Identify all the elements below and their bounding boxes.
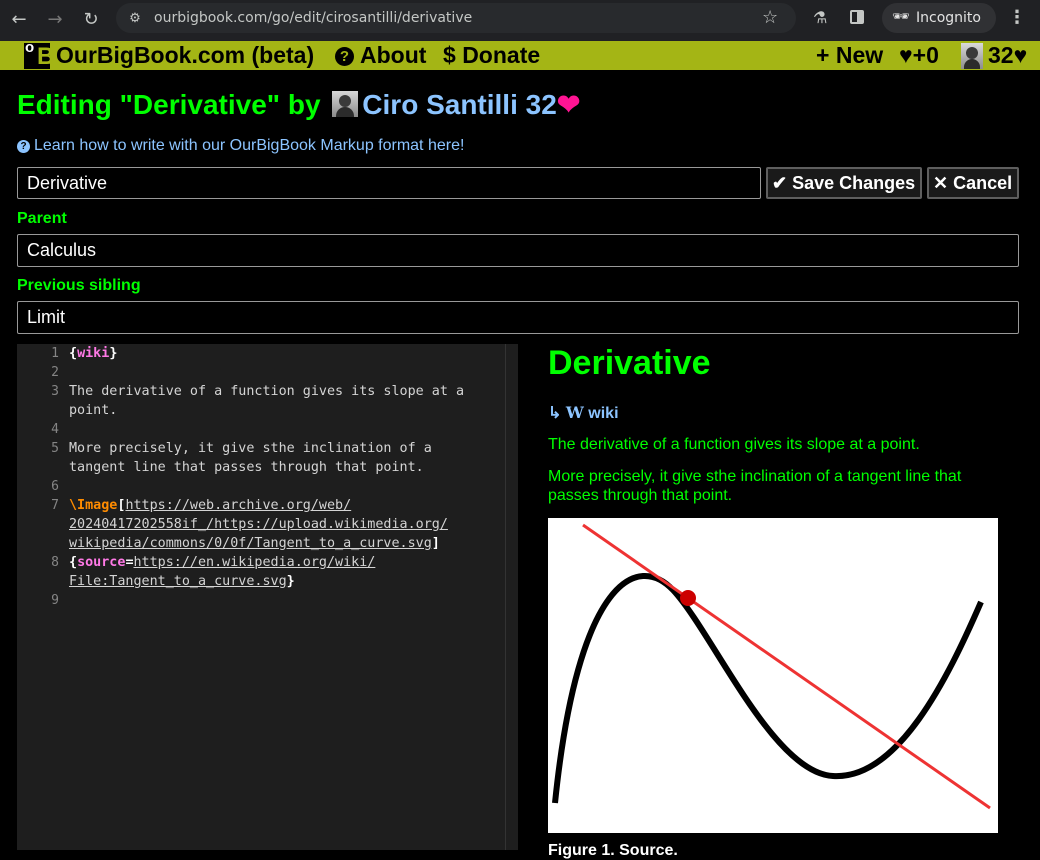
- preview-paragraph: More precisely, it give sthe inclination…: [548, 468, 962, 504]
- dollar-icon: $: [443, 42, 456, 68]
- back-arrow-icon[interactable]: ←: [7, 8, 31, 32]
- reload-icon[interactable]: ↻: [79, 8, 103, 32]
- figure-caption: Figure 1. Source.: [548, 842, 678, 859]
- likes-count: +0: [912, 42, 939, 68]
- likes-link[interactable]: ♥+0: [899, 41, 939, 70]
- incognito-badge[interactable]: 🕶 Incognito: [882, 3, 996, 33]
- flask-icon[interactable]: ⚗: [813, 8, 827, 27]
- forward-arrow-icon[interactable]: →: [43, 8, 67, 32]
- code-line[interactable]: tangent line that passes through that po…: [69, 458, 424, 477]
- author-avatar[interactable]: [332, 91, 359, 117]
- wiki-label: wiki: [588, 405, 619, 422]
- user-score: 32: [988, 42, 1014, 68]
- code-url: 20240417202558if_/https://upload.wikimed…: [69, 517, 448, 532]
- question-circle-icon: ?: [335, 47, 354, 66]
- code-url: https://web.archive.org/web/: [125, 498, 352, 513]
- line-number: 8: [51, 555, 59, 570]
- wiki-link[interactable]: ↳ W wiki: [548, 403, 619, 423]
- function-curve: [552, 573, 984, 804]
- code-line[interactable]: {source=https://en.wikipedia.org/wiki/: [69, 553, 375, 572]
- tangent-point: [680, 590, 696, 606]
- code-line[interactable]: 20240417202558if_/https://upload.wikimed…: [69, 515, 448, 534]
- code-line[interactable]: {wiki}: [69, 344, 117, 363]
- code-line[interactable]: More precisely, it give sthe inclination…: [69, 439, 432, 458]
- new-link[interactable]: + New: [816, 41, 883, 70]
- donate-link[interactable]: $ Donate: [443, 41, 540, 70]
- preview-paragraph: The derivative of a function gives its s…: [548, 436, 920, 453]
- code-line[interactable]: File:Tangent_to_a_curve.svg}: [69, 572, 295, 591]
- parent-label: Parent: [17, 210, 67, 227]
- markup-help-text[interactable]: Learn how to write with our OurBigBook M…: [34, 137, 464, 154]
- heart-icon: ❤: [556, 89, 581, 120]
- donate-label: Donate: [462, 42, 541, 68]
- tangent-line: [582, 523, 991, 810]
- line-number: 6: [51, 479, 59, 494]
- code-line[interactable]: \Image[https://web.archive.org/web/: [69, 496, 351, 515]
- user-score-link[interactable]: 32♥: [988, 41, 1027, 70]
- line-number: 2: [51, 365, 59, 380]
- page-title-prefix: Editing "Derivative" by: [17, 89, 321, 120]
- line-number: 4: [51, 422, 59, 437]
- cancel-button[interactable]: ✕ Cancel: [927, 167, 1019, 199]
- code-token: \Image: [69, 498, 118, 513]
- previous-sibling-input[interactable]: Limit: [17, 301, 1019, 334]
- page-title: Editing "Derivative" by Ciro Santilli 32…: [17, 88, 580, 121]
- line-number: 9: [51, 593, 59, 608]
- url-text[interactable]: ourbigbook.com/go/edit/cirosantilli/deri…: [154, 10, 472, 26]
- heart-icon: ♥: [899, 42, 913, 68]
- new-label: New: [835, 42, 884, 68]
- title-input[interactable]: Derivative: [17, 167, 761, 199]
- site-settings-icon[interactable]: ⚙: [126, 9, 144, 27]
- wikipedia-w-icon: W: [565, 403, 584, 422]
- kebab-menu-icon[interactable]: ⋮: [1008, 7, 1026, 28]
- plus-icon: +: [816, 42, 830, 68]
- site-navbar: oB OurBigBook.com (beta) ? About $ Donate…: [0, 40, 1040, 70]
- editor-scrollbar-divider: [505, 344, 506, 850]
- avatar[interactable]: [961, 43, 983, 69]
- line-number: 5: [51, 441, 59, 456]
- logo-icon[interactable]: oB: [24, 40, 54, 69]
- code-editor[interactable]: 1 2 3 4 5 6 7 8 9 {wiki} The derivative …: [17, 344, 518, 850]
- line-number: 7: [51, 498, 59, 513]
- heart-icon: ♥: [1013, 42, 1028, 68]
- line-number: 1: [51, 346, 59, 361]
- code-token: wiki: [77, 346, 110, 361]
- author-link[interactable]: Ciro Santilli: [362, 89, 518, 120]
- return-arrow-icon: ↳: [548, 405, 562, 422]
- star-icon[interactable]: ☆: [762, 7, 778, 28]
- markup-help-link[interactable]: ? Learn how to write with our OurBigBook …: [17, 137, 464, 155]
- cancel-label: Cancel: [953, 173, 1013, 193]
- about-label: About: [360, 42, 427, 68]
- line-number: 3: [51, 384, 59, 399]
- tangent-figure: [548, 518, 998, 833]
- code-token: source: [77, 555, 126, 570]
- brand-link[interactable]: OurBigBook.com (beta): [56, 41, 314, 70]
- code-line[interactable]: The derivative of a function gives its s…: [69, 382, 464, 401]
- code-line[interactable]: wikipedia/commons/0/0f/Tangent_to_a_curv…: [69, 534, 440, 553]
- incognito-label: Incognito: [916, 10, 981, 26]
- address-bar[interactable]: ⚙ ourbigbook.com/go/edit/cirosantilli/de…: [116, 3, 796, 33]
- check-icon: ✔: [772, 173, 788, 193]
- code-url: wikipedia/commons/0/0f/Tangent_to_a_curv…: [69, 536, 432, 551]
- code-url: https://en.wikipedia.org/wiki/: [133, 555, 376, 570]
- side-panel-icon[interactable]: [850, 10, 864, 24]
- parent-input[interactable]: Calculus: [17, 234, 1019, 267]
- save-label: Save Changes: [792, 173, 916, 193]
- tangent-curve-image: [552, 523, 991, 810]
- question-circle-icon: ?: [17, 140, 30, 153]
- code-url: File:Tangent_to_a_curve.svg: [69, 574, 287, 589]
- x-icon: ✕: [933, 173, 949, 193]
- about-link[interactable]: ? About: [335, 41, 426, 70]
- save-button[interactable]: ✔ Save Changes: [766, 167, 922, 199]
- preview-title: Derivative: [548, 344, 711, 382]
- previous-sibling-label: Previous sibling: [17, 277, 141, 294]
- author-score[interactable]: 32: [526, 89, 557, 120]
- code-line[interactable]: point.: [69, 401, 117, 420]
- incognito-icon: 🕶: [892, 9, 910, 25]
- browser-toolbar: ← → ↻ ⚙ ourbigbook.com/go/edit/cirosanti…: [0, 0, 1040, 41]
